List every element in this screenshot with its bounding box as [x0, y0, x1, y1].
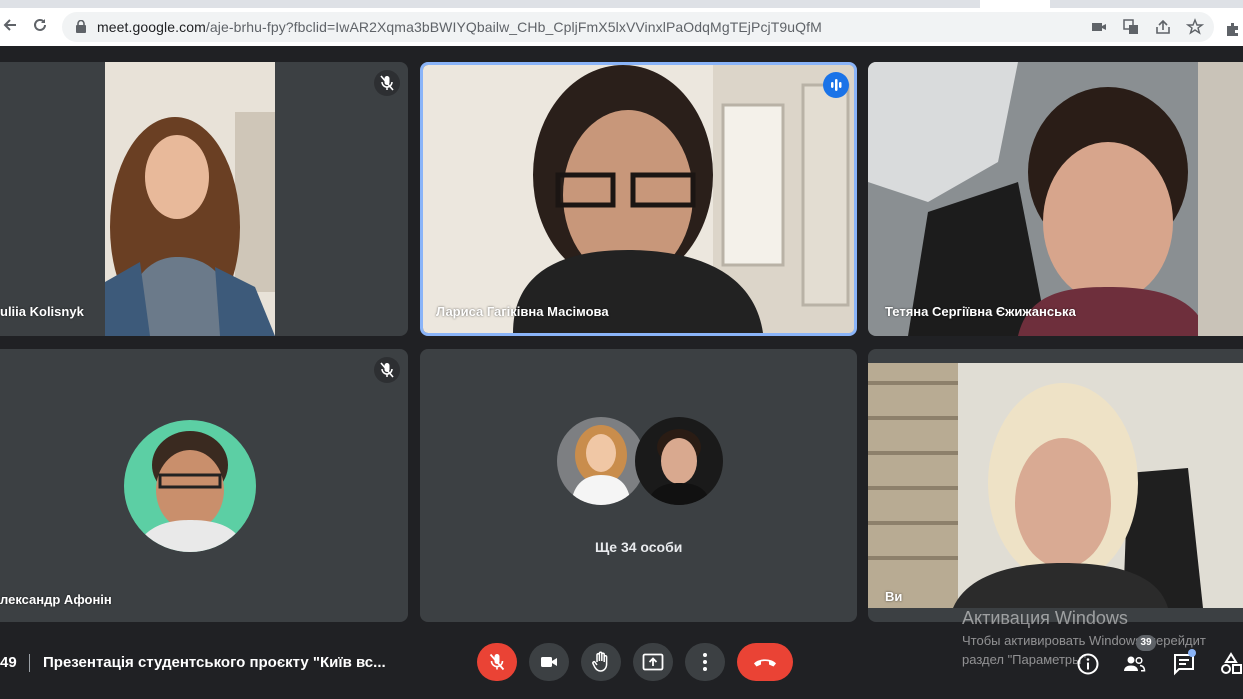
- activities-icon[interactable]: [1219, 652, 1243, 676]
- browser-toolbar: meet.google.com/aje-brhu-fpy?fbclid=IwAR…: [0, 8, 1243, 46]
- url-path: /aje-brhu-fpy?fbclid=IwAR2Xqma3bBWIYQbai…: [205, 19, 822, 35]
- participant-name: Тетяна Сергіївна Єжижанська: [885, 304, 1076, 319]
- translate-icon[interactable]: [1122, 18, 1140, 36]
- participant-name: uliia Kolisnyk: [0, 304, 84, 319]
- lock-icon[interactable]: [76, 20, 86, 33]
- url-host: meet.google.com: [97, 19, 206, 35]
- bookmark-star-icon[interactable]: [1186, 18, 1204, 36]
- activation-line: Чтобы активировать Windows, перейдит: [962, 633, 1206, 648]
- hand-icon: [592, 651, 608, 672]
- meeting-details-info-icon[interactable]: [1076, 652, 1100, 676]
- divider: [29, 654, 30, 672]
- participant-name: Ви: [885, 589, 903, 604]
- mic-off-icon: [489, 653, 505, 671]
- participant-avatar: [635, 417, 723, 505]
- participant-video: [105, 62, 275, 336]
- participants-icon[interactable]: [1122, 652, 1146, 676]
- meeting-title: Презентація студентського проєкту "Київ …: [43, 654, 386, 671]
- participant-avatar: [124, 420, 256, 552]
- more-options-button[interactable]: [685, 643, 725, 681]
- more-vertical-icon: [703, 653, 707, 671]
- meeting-time: 49: [0, 654, 17, 671]
- participant-tile-yuliia[interactable]: uliia Kolisnyk: [0, 62, 408, 336]
- mic-off-icon: [374, 70, 400, 96]
- participants-count-badge: 39: [1136, 635, 1156, 651]
- leave-call-button[interactable]: [737, 643, 793, 681]
- self-tile[interactable]: Ви: [868, 349, 1243, 622]
- active-tab[interactable]: [980, 0, 1050, 8]
- participant-tile-larysa[interactable]: Лариса Гагіківна Масімова: [420, 62, 857, 336]
- speaking-indicator-icon: [823, 72, 849, 98]
- raise-hand-button[interactable]: [581, 643, 621, 681]
- participant-video: [423, 65, 854, 333]
- participant-name: лександр Афонін: [0, 592, 112, 607]
- mic-toggle-button[interactable]: [477, 643, 517, 681]
- share-icon[interactable]: [1154, 18, 1172, 36]
- others-count-label: Ще 34 особи: [595, 539, 683, 555]
- mic-off-icon: [374, 357, 400, 383]
- reload-icon[interactable]: [30, 17, 50, 37]
- extensions-puzzle-icon[interactable]: [1224, 20, 1242, 38]
- camera-icon: [541, 657, 557, 667]
- hang-up-icon: [754, 659, 776, 667]
- participant-tile-oleksandr[interactable]: лександр Афонін: [0, 349, 408, 622]
- present-screen-icon: [642, 653, 664, 671]
- participant-name: Лариса Гагіківна Масімова: [436, 304, 609, 319]
- camera-toggle-button[interactable]: [529, 643, 569, 681]
- self-video: [868, 363, 1243, 608]
- activation-title: Активация Windows: [962, 608, 1128, 628]
- participant-video: [868, 62, 1243, 336]
- url-text[interactable]: meet.google.com/aje-brhu-fpy?fbclid=IwAR…: [97, 19, 822, 35]
- others-tile[interactable]: Ще 34 особи: [420, 349, 857, 622]
- present-screen-button[interactable]: [633, 643, 673, 681]
- participant-avatar: [557, 417, 645, 505]
- participant-tile-tetiana[interactable]: Тетяна Сергіївна Єжижанська: [868, 62, 1243, 336]
- back-arrow-icon[interactable]: [0, 17, 20, 37]
- chat-notification-dot: [1188, 649, 1196, 657]
- address-bar[interactable]: meet.google.com/aje-brhu-fpy?fbclid=IwAR…: [62, 12, 1214, 42]
- camera-blocked-icon[interactable]: [1090, 18, 1108, 36]
- tab-strip[interactable]: [0, 0, 1243, 8]
